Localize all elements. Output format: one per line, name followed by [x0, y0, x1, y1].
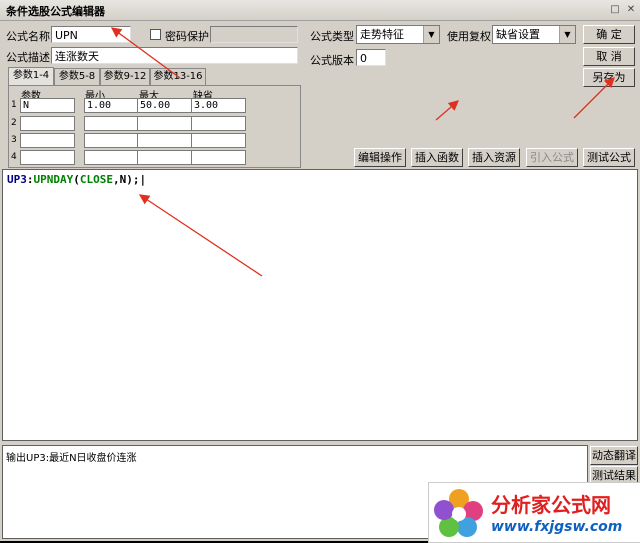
arrow-to-save-as	[573, 77, 615, 119]
formula-editor-window: 条件选股公式编辑器 □ ✕ 公式名称 UPN 密码保护 公式类型 走势特征 ▼ 使…	[0, 0, 640, 543]
logo-url: www.fxjgsw.com	[491, 519, 623, 535]
watermark-logo: 分析家公式网 www.fxjgsw.com	[428, 482, 640, 543]
annotation-arrows	[110, 27, 615, 277]
flower-logo-icon	[434, 489, 483, 537]
arrow-to-code	[138, 194, 263, 277]
logo-text: 分析家公式网	[491, 493, 611, 517]
arrow-to-name	[110, 27, 181, 79]
arrow-mid	[435, 100, 459, 121]
